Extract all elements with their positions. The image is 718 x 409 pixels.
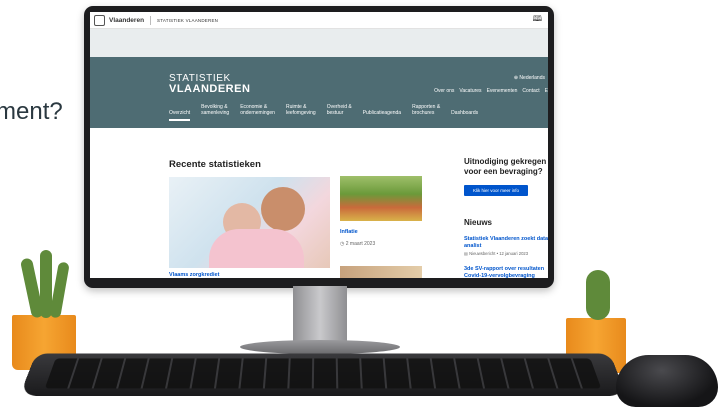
recent-statistics-title: Recente statistieken <box>169 159 261 170</box>
nav-overheid-bestuur[interactable]: Overheid & bestuur <box>327 104 352 120</box>
language-selector[interactable]: ⊕ Nederlands <box>514 75 545 81</box>
site-header: STATISTIEK VLAANDEREN ⊕ Nederlands Over … <box>90 57 548 128</box>
card-title-inflatie[interactable]: Inflatie <box>340 229 358 235</box>
nav-rapporten-brochures[interactable]: Rapporten & brochures <box>412 104 440 120</box>
top-link-over-ons[interactable]: Over ons <box>434 88 454 94</box>
vlaanderen-brand[interactable]: Vlaanderen <box>109 17 144 24</box>
topbar-divider <box>150 15 152 25</box>
main-content: Recente statistieken Inflatie ◷ 2 maart … <box>90 128 548 278</box>
cactus-left-3 <box>49 261 70 319</box>
monitor: Vlaanderen STATISTIEK VLAANDEREN 🕮 STATI… <box>84 6 554 288</box>
nav-economie-ondernemingen[interactable]: Economie & ondernemingen <box>240 104 275 120</box>
vegetables-photo[interactable] <box>340 176 422 221</box>
nav-publicatieagenda[interactable]: Publicatieagenda <box>363 110 401 120</box>
keyboard <box>19 353 627 396</box>
top-link-evenementen[interactable]: Evenementen <box>487 88 518 94</box>
header-strip <box>90 29 548 57</box>
top-link-vacatures[interactable]: Vacatures <box>459 88 481 94</box>
book-icon[interactable]: 🕮 <box>533 13 542 27</box>
site-subtitle[interactable]: STATISTIEK VLAANDEREN <box>157 18 218 23</box>
news-item-title[interactable]: Statistiek Vlaanderen zoekt data-analist <box>464 236 548 250</box>
news-item-title-2[interactable]: 3de SV-rapport over resultaten Covid-19-… <box>464 266 548 278</box>
nav-bevolking-samenleving[interactable]: Bevolking & samenleving <box>201 104 229 120</box>
mouse <box>616 355 718 407</box>
more-info-button[interactable]: Klik hier voor meer info <box>464 185 528 196</box>
monitor-stand <box>293 286 347 344</box>
nav-overzicht[interactable]: Overzicht <box>169 110 191 121</box>
invite-title: Uitnodiging gekregen voor een bevraging? <box>464 157 547 176</box>
nav-dashboards[interactable]: Dashboards <box>451 110 478 120</box>
browser-screen: Vlaanderen STATISTIEK VLAANDEREN 🕮 STATI… <box>90 12 548 278</box>
brand-logo-line2[interactable]: VLAANDEREN <box>169 83 250 95</box>
news-heading: Nieuws <box>464 218 493 227</box>
card-date: ◷ 2 maart 2023 <box>340 241 376 247</box>
family-photo[interactable] <box>169 177 330 268</box>
cactus-right <box>586 270 610 320</box>
card-title-vlaams-zorgkrediet[interactable]: Vlaams zorgkrediet <box>169 272 219 278</box>
monitor-stand-base <box>240 340 400 354</box>
vlaanderen-topbar: Vlaanderen STATISTIEK VLAANDEREN 🕮 <box>90 12 548 29</box>
nav-ruimte-leefomgeving[interactable]: Ruimte & leefomgeving <box>286 104 316 120</box>
top-link-e[interactable]: E <box>545 88 548 94</box>
news-item-meta: ▤ Nieuwsbericht • 12 januari 2023 <box>464 251 529 256</box>
main-navigation: Overzicht Bevolking & samenleving Economi… <box>169 104 478 121</box>
background-question-text: ment? <box>0 98 63 125</box>
vlaanderen-lion-icon <box>94 14 105 26</box>
top-link-contact[interactable]: Contact <box>522 88 539 94</box>
card-photo-partial[interactable] <box>340 266 422 278</box>
top-links: Over ons Vacatures Evenementen Contact E <box>434 88 548 94</box>
